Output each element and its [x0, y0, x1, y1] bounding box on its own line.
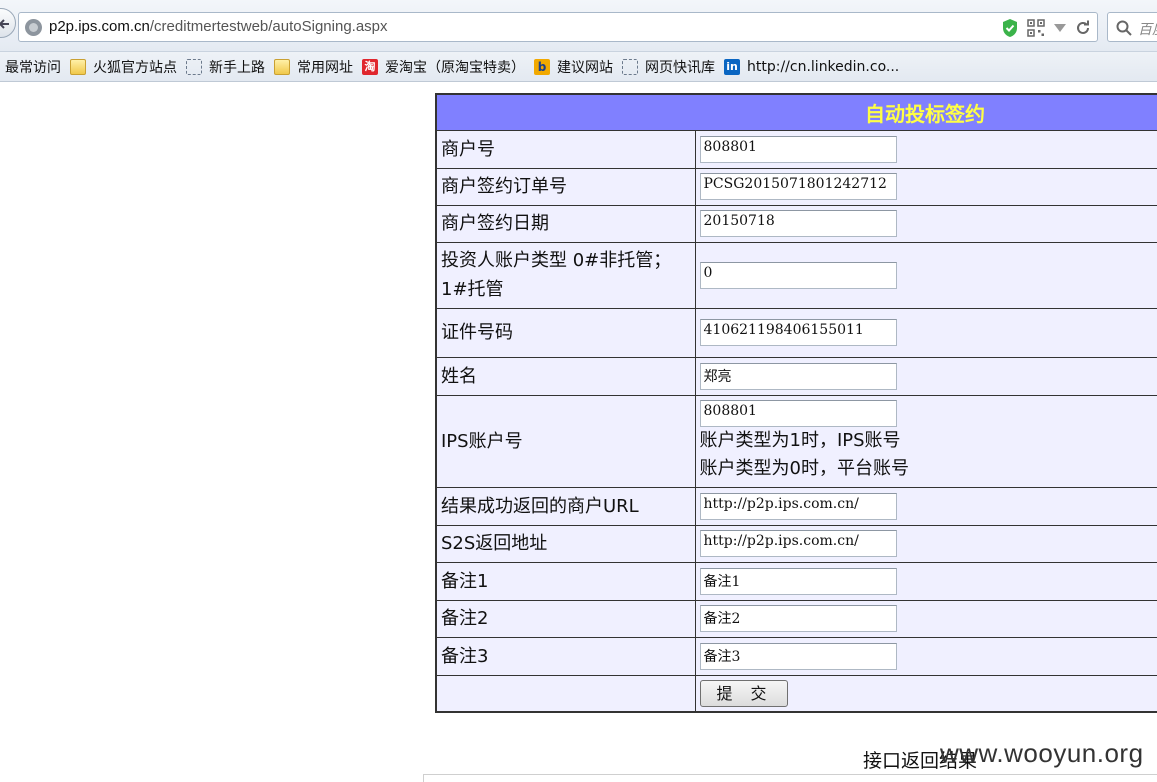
field-cell: 20150718: [694, 204, 1157, 243]
form-title: 自动投标签约: [435, 93, 1157, 131]
bookmark-linkedin[interactable]: in http://cn.linkedin.co...: [724, 58, 900, 75]
form-row: S2S返回地址 http://p2p.ips.com.cn/: [435, 524, 1157, 563]
field-cell: 备注3: [694, 636, 1157, 676]
url-path: /creditmertestweb/autoSigning.aspx: [149, 18, 388, 35]
folder-icon: [70, 58, 86, 75]
bookmark-label: 新手上路: [209, 59, 265, 76]
bookmark-taobao[interactable]: 淘爱淘宝（原淘宝特卖）: [362, 57, 525, 77]
field-cell: 808801: [694, 129, 1157, 169]
ips-account-input[interactable]: 808801: [699, 399, 897, 427]
account-type-note-1: 账户类型为1时，IPS账号: [699, 429, 901, 451]
browser-toolbar: p2p.ips.com.cn/creditmertestweb/autoSign…: [0, 0, 1157, 52]
field-label: 证件号码: [435, 307, 696, 358]
submit-button[interactable]: 提交: [699, 679, 788, 707]
field-label: 备注3: [435, 636, 696, 676]
site-identity-icon[interactable]: [25, 19, 42, 36]
field-label: 备注2: [435, 599, 696, 638]
url-bar-icons: [1001, 18, 1091, 38]
field-label: 投资人账户类型 0#非托管；1#托管: [435, 241, 696, 309]
bookmark-most-visited[interactable]: 最常访问: [5, 57, 61, 77]
watermark: www.wooyun.org: [940, 738, 1144, 768]
form-row: 结果成功返回的商户URL http://p2p.ips.com.cn/: [435, 486, 1157, 526]
form-row: 投资人账户类型 0#非托管；1#托管 0: [435, 241, 1157, 309]
bookmark-label: 常用网址: [297, 59, 353, 76]
field-cell: http://p2p.ips.com.cn/: [694, 524, 1157, 563]
s2s-url-input[interactable]: http://p2p.ips.com.cn/: [699, 530, 897, 557]
field-label: 商户签约日期: [435, 204, 696, 243]
result-area: [423, 774, 1157, 782]
name-input[interactable]: 郑亮: [699, 362, 897, 390]
bookmark-label: 最常访问: [5, 59, 61, 76]
bookmark-common-sites[interactable]: 常用网址: [274, 57, 353, 77]
return-url-input[interactable]: http://p2p.ips.com.cn/: [699, 492, 897, 520]
form-row: 商户号 808801: [435, 129, 1157, 169]
field-cell: 备注1: [694, 561, 1157, 601]
form-header-row: 自动投标签约: [435, 93, 1157, 131]
bookmark-label: 火狐官方站点: [93, 59, 177, 76]
bookmark-label: http://cn.linkedin.co...: [747, 58, 900, 75]
field-cell: 808801 账户类型为1时，IPS账号 账户类型为0时，平台账号: [694, 394, 1157, 488]
form-row: 备注1 备注1: [435, 561, 1157, 601]
field-label: IPS账户号: [435, 394, 696, 488]
account-type-note-2: 账户类型为0时，平台账号: [699, 457, 909, 479]
taobao-icon: 淘: [362, 58, 378, 75]
url-text[interactable]: p2p.ips.com.cn/creditmertestweb/autoSign…: [49, 18, 388, 35]
account-type-input[interactable]: 0: [699, 261, 897, 289]
bookmark-label: 网页快讯库: [645, 59, 715, 76]
order-number-input[interactable]: PCSG2015071801242712: [699, 173, 897, 200]
back-arrow-icon: [0, 19, 9, 29]
url-host: p2p.ips.com.cn: [49, 18, 150, 35]
folder-icon: [274, 58, 290, 75]
form-row: 备注2 备注2: [435, 599, 1157, 638]
empty-label-cell: [435, 674, 696, 713]
bing-icon: b: [534, 58, 550, 75]
bookmark-web-slices[interactable]: 网页快讯库: [622, 57, 715, 77]
form-row: 商户签约订单号 PCSG2015071801242712: [435, 167, 1157, 206]
form-row: IPS账户号 808801 账户类型为1时，IPS账号 账户类型为0时，平台账号: [435, 394, 1157, 488]
field-label: 结果成功返回的商户URL: [435, 486, 696, 526]
remark3-input[interactable]: 备注3: [699, 642, 897, 670]
page-icon: [622, 58, 638, 75]
field-cell: 410621198406155011: [694, 307, 1157, 358]
back-button[interactable]: [0, 8, 16, 38]
form-row: 证件号码 410621198406155011: [435, 307, 1157, 358]
field-cell: 0: [694, 241, 1157, 309]
qr-code-icon[interactable]: [1027, 19, 1045, 37]
bookmark-getting-started[interactable]: 新手上路: [186, 57, 265, 77]
form-row: 备注3 备注3: [435, 636, 1157, 676]
remark1-input[interactable]: 备注1: [699, 567, 897, 595]
search-icon: [1116, 20, 1132, 36]
bookmarks-bar: 最常访问 火狐官方站点 新手上路 常用网址 淘爱淘宝（原淘宝特卖） b 建议网站 …: [0, 52, 1157, 82]
field-label: 姓名: [435, 356, 696, 396]
form-row: 商户签约日期 20150718: [435, 204, 1157, 243]
field-label: S2S返回地址: [435, 524, 696, 563]
form-row: 姓名 郑亮: [435, 356, 1157, 396]
field-cell: http://p2p.ips.com.cn/: [694, 486, 1157, 526]
field-cell: 备注2: [694, 599, 1157, 638]
field-cell: PCSG2015071801242712: [694, 167, 1157, 206]
field-label: 商户签约订单号: [435, 167, 696, 206]
shield-icon[interactable]: [1001, 18, 1019, 38]
linkedin-icon: in: [724, 58, 740, 75]
search-placeholder: 百度: [1138, 22, 1157, 38]
signing-date-input[interactable]: 20150718: [699, 210, 897, 237]
id-number-input[interactable]: 410621198406155011: [699, 319, 897, 346]
field-label: 备注1: [435, 561, 696, 601]
address-bar[interactable]: p2p.ips.com.cn/creditmertestweb/autoSign…: [18, 12, 1098, 42]
bookmark-suggested-sites[interactable]: b 建议网站: [534, 57, 613, 77]
dropdown-arrow-icon[interactable]: [1053, 23, 1067, 33]
merchant-id-input[interactable]: 808801: [699, 135, 897, 163]
page-icon: [186, 58, 202, 75]
bookmark-label: 爱淘宝（原淘宝特卖）: [385, 59, 525, 76]
reload-icon[interactable]: [1075, 20, 1091, 36]
field-cell: 提交: [694, 674, 1157, 713]
bookmark-firefox-site[interactable]: 火狐官方站点: [70, 57, 177, 77]
bookmark-label: 建议网站: [557, 59, 613, 76]
search-box[interactable]: 百度: [1107, 12, 1157, 42]
auto-bid-signing-form: 自动投标签约 商户号 808801 商户签约订单号 PCSG2015071801…: [435, 93, 1157, 713]
field-label: 商户号: [435, 129, 696, 169]
field-cell: 郑亮: [694, 356, 1157, 396]
form-row: 提交: [435, 674, 1157, 713]
remark2-input[interactable]: 备注2: [699, 605, 897, 632]
